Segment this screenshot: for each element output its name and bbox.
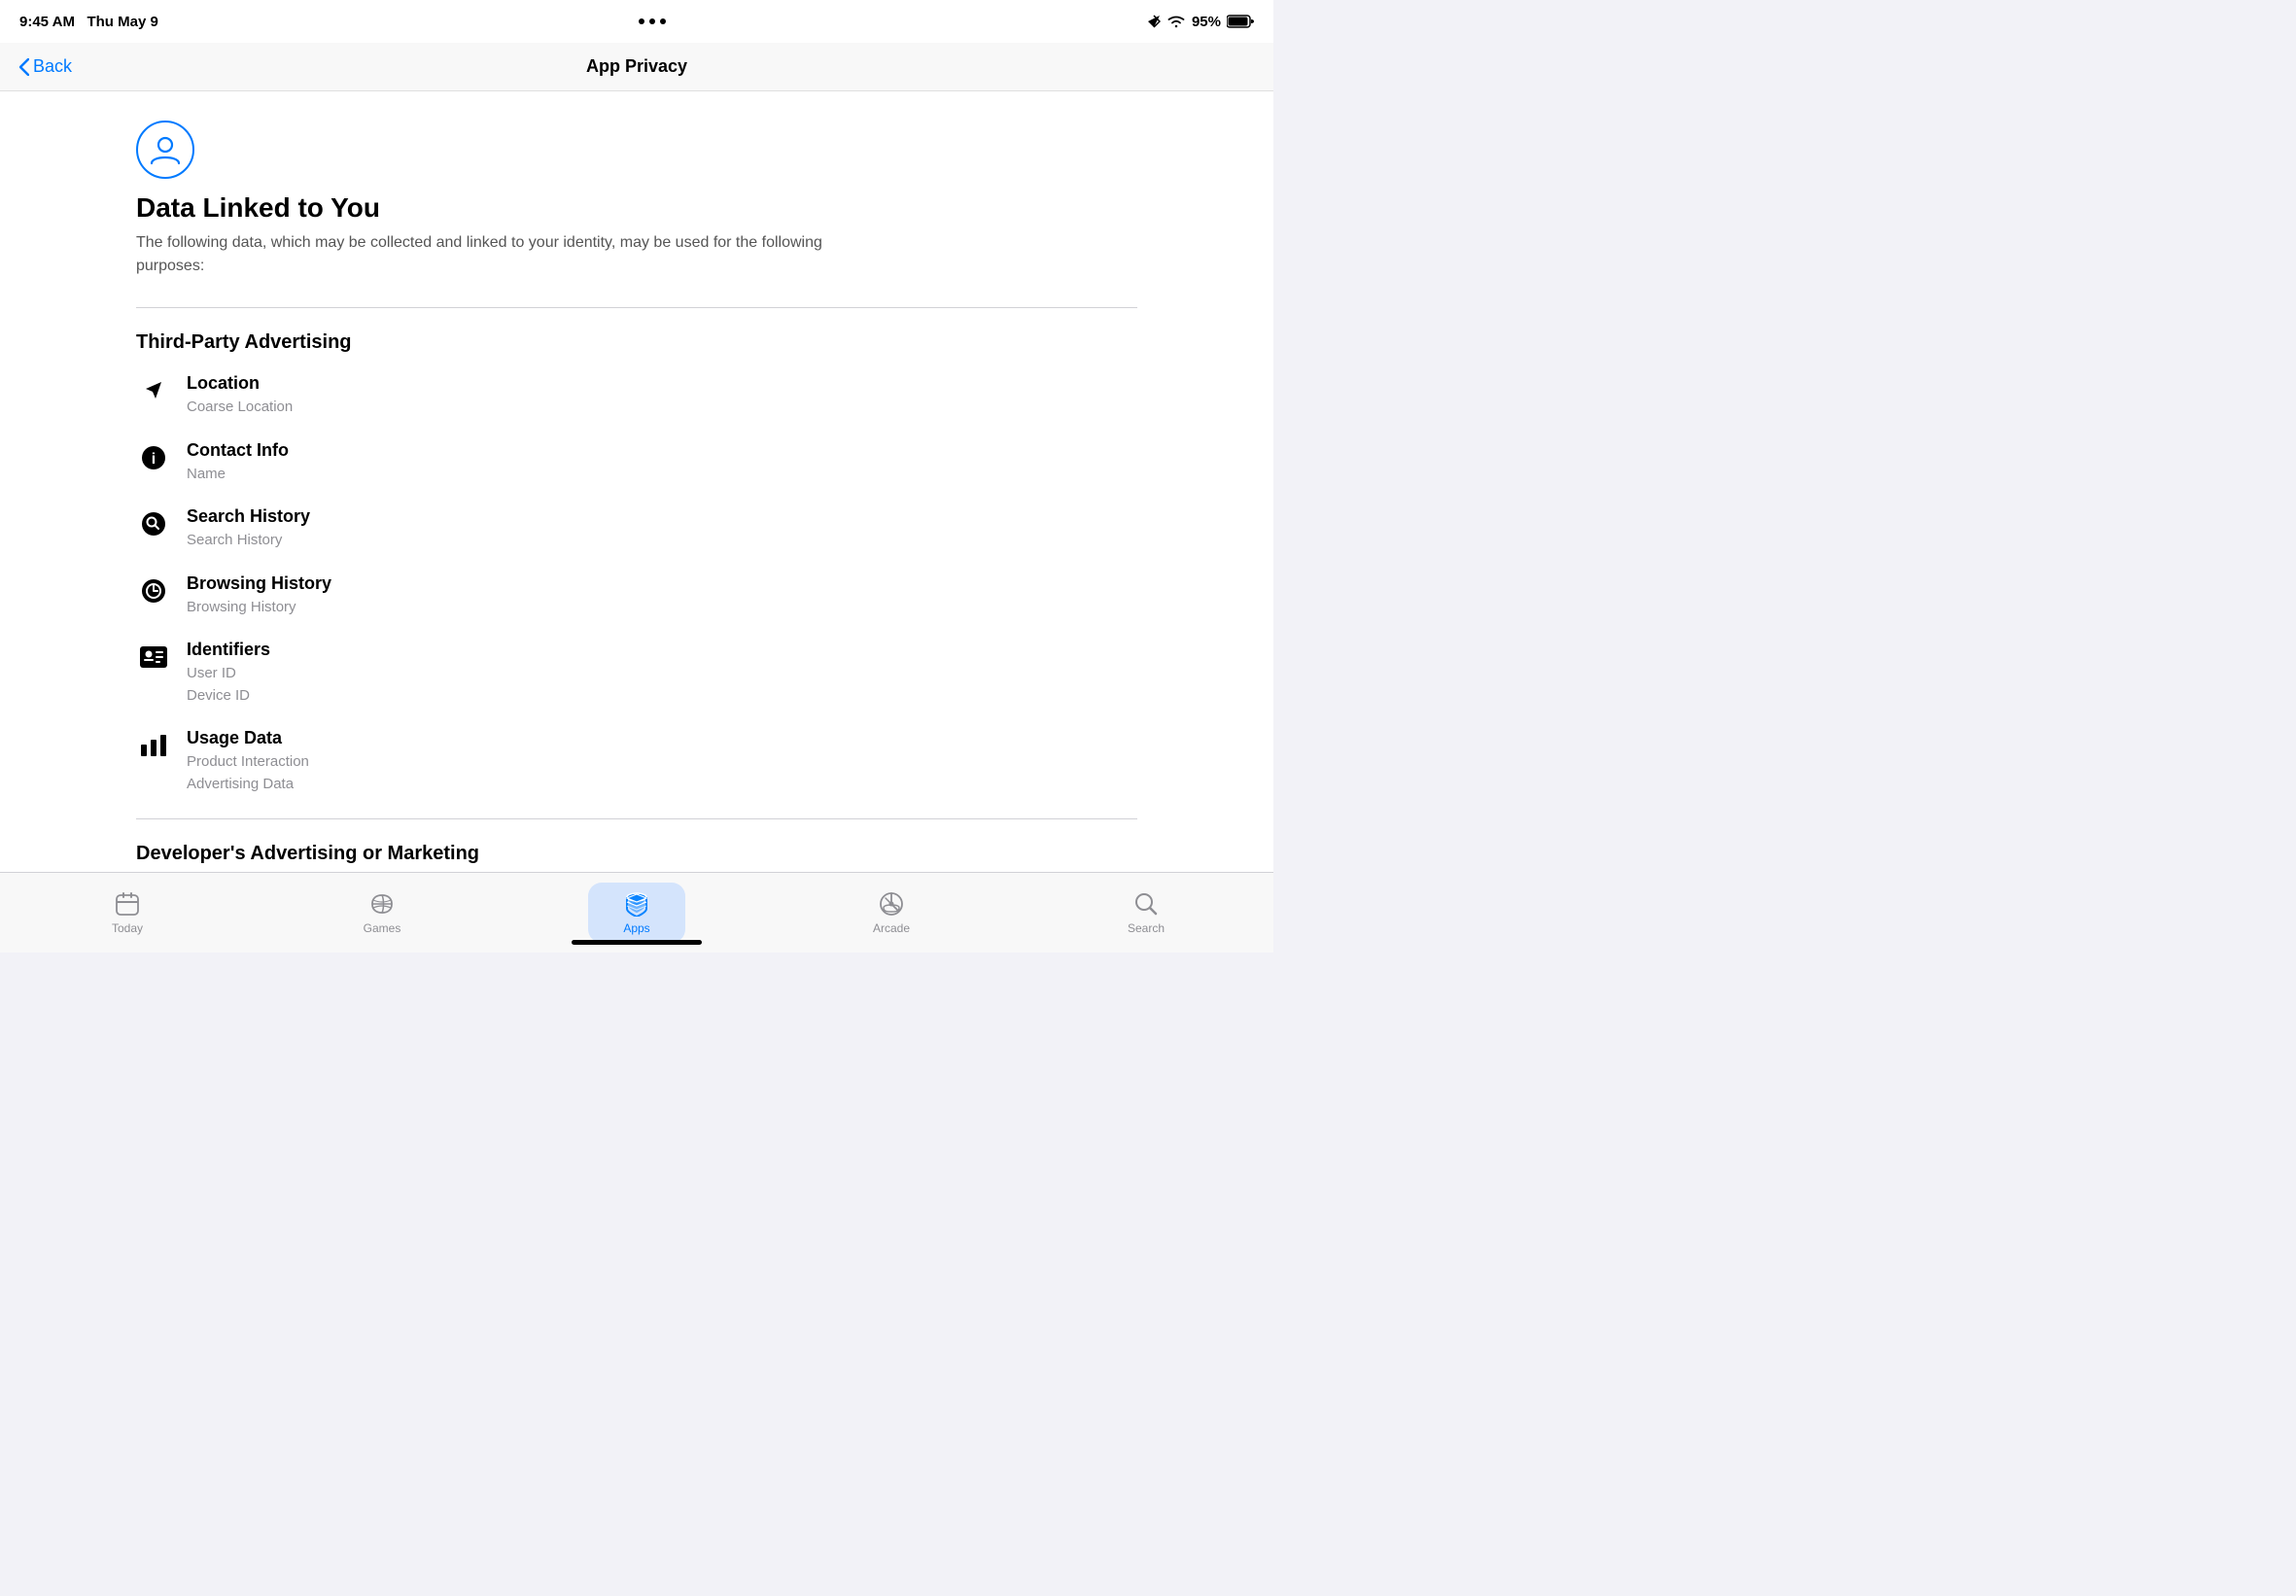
privacy-description: The following data, which may be collect… xyxy=(136,231,855,278)
usage-data-icon xyxy=(136,728,171,763)
tab-today-label: Today xyxy=(112,921,143,935)
tab-search[interactable]: Search xyxy=(1097,883,1195,943)
privacy-header: Data Linked to You The following data, w… xyxy=(136,121,1137,278)
search-tab-icon xyxy=(1132,890,1160,918)
section-third-party: Third-Party Advertising Location Coarse … xyxy=(136,331,1137,795)
status-indicators: 95% xyxy=(1147,14,1254,30)
tab-today[interactable]: Today xyxy=(79,883,176,943)
list-item: Location Coarse Location xyxy=(136,373,1137,419)
search-history-label: Search History xyxy=(187,506,310,527)
identifiers-sublabel: User IDDevice ID xyxy=(187,663,270,707)
arcade-icon xyxy=(878,890,905,918)
search-history-icon xyxy=(136,506,171,541)
tab-arcade[interactable]: Arcade xyxy=(843,883,940,943)
info-circle-icon: i xyxy=(136,440,171,475)
usage-data-sublabel: Product InteractionAdvertising Data xyxy=(187,751,309,795)
section-title-developer: Developer's Advertising or Marketing xyxy=(136,843,1137,865)
page-title: App Privacy xyxy=(586,56,687,77)
section-developer-advertising: Developer's Advertising or Marketing Pur… xyxy=(136,843,1137,872)
battery-icon xyxy=(1227,15,1254,28)
status-dots xyxy=(639,18,666,24)
usage-data-label: Usage Data xyxy=(187,728,309,748)
identifiers-icon xyxy=(136,640,171,675)
chevron-left-icon xyxy=(19,58,29,76)
back-button[interactable]: Back xyxy=(19,56,72,77)
divider-1 xyxy=(136,307,1137,308)
home-indicator xyxy=(572,940,702,945)
tab-games-label: Games xyxy=(364,921,401,935)
browsing-history-icon xyxy=(136,573,171,608)
navigation-bar: Back App Privacy xyxy=(0,43,1273,91)
main-content: Data Linked to You The following data, w… xyxy=(0,91,1273,872)
battery-percent: 95% xyxy=(1192,14,1221,30)
list-item: Usage Data Product InteractionAdvertisin… xyxy=(136,728,1137,795)
tab-arcade-label: Arcade xyxy=(873,921,910,935)
wifi-icon xyxy=(1166,15,1186,29)
divider-2 xyxy=(136,818,1137,819)
calendar-icon xyxy=(114,890,141,918)
location-status-icon xyxy=(1147,15,1161,28)
person-icon xyxy=(136,121,194,179)
section-title-third-party: Third-Party Advertising xyxy=(136,331,1137,354)
browsing-history-label: Browsing History xyxy=(187,573,331,594)
location-icon xyxy=(136,373,171,408)
list-item: Search History Search History xyxy=(136,506,1137,552)
svg-text:i: i xyxy=(152,451,156,468)
identifiers-label: Identifiers xyxy=(187,640,270,660)
location-sublabel: Coarse Location xyxy=(187,397,293,419)
status-time-date: 9:45 AM Thu May 9 xyxy=(19,14,158,30)
tab-apps-label: Apps xyxy=(623,921,649,935)
privacy-title: Data Linked to You xyxy=(136,192,380,224)
list-item: i Contact Info Name xyxy=(136,440,1137,486)
tab-apps[interactable]: Apps xyxy=(588,883,685,943)
contact-info-sublabel: Name xyxy=(187,464,289,486)
tab-search-label: Search xyxy=(1128,921,1165,935)
status-bar: 9:45 AM Thu May 9 95% xyxy=(0,0,1273,43)
contact-info-label: Contact Info xyxy=(187,440,289,461)
list-item: Identifiers User IDDevice ID xyxy=(136,640,1137,707)
search-history-sublabel: Search History xyxy=(187,530,310,552)
apps-icon xyxy=(623,890,650,918)
tab-games[interactable]: Games xyxy=(333,883,431,943)
location-label: Location xyxy=(187,373,293,394)
browsing-history-sublabel: Browsing History xyxy=(187,597,331,619)
games-icon xyxy=(368,890,396,918)
list-item: Browsing History Browsing History xyxy=(136,573,1137,619)
